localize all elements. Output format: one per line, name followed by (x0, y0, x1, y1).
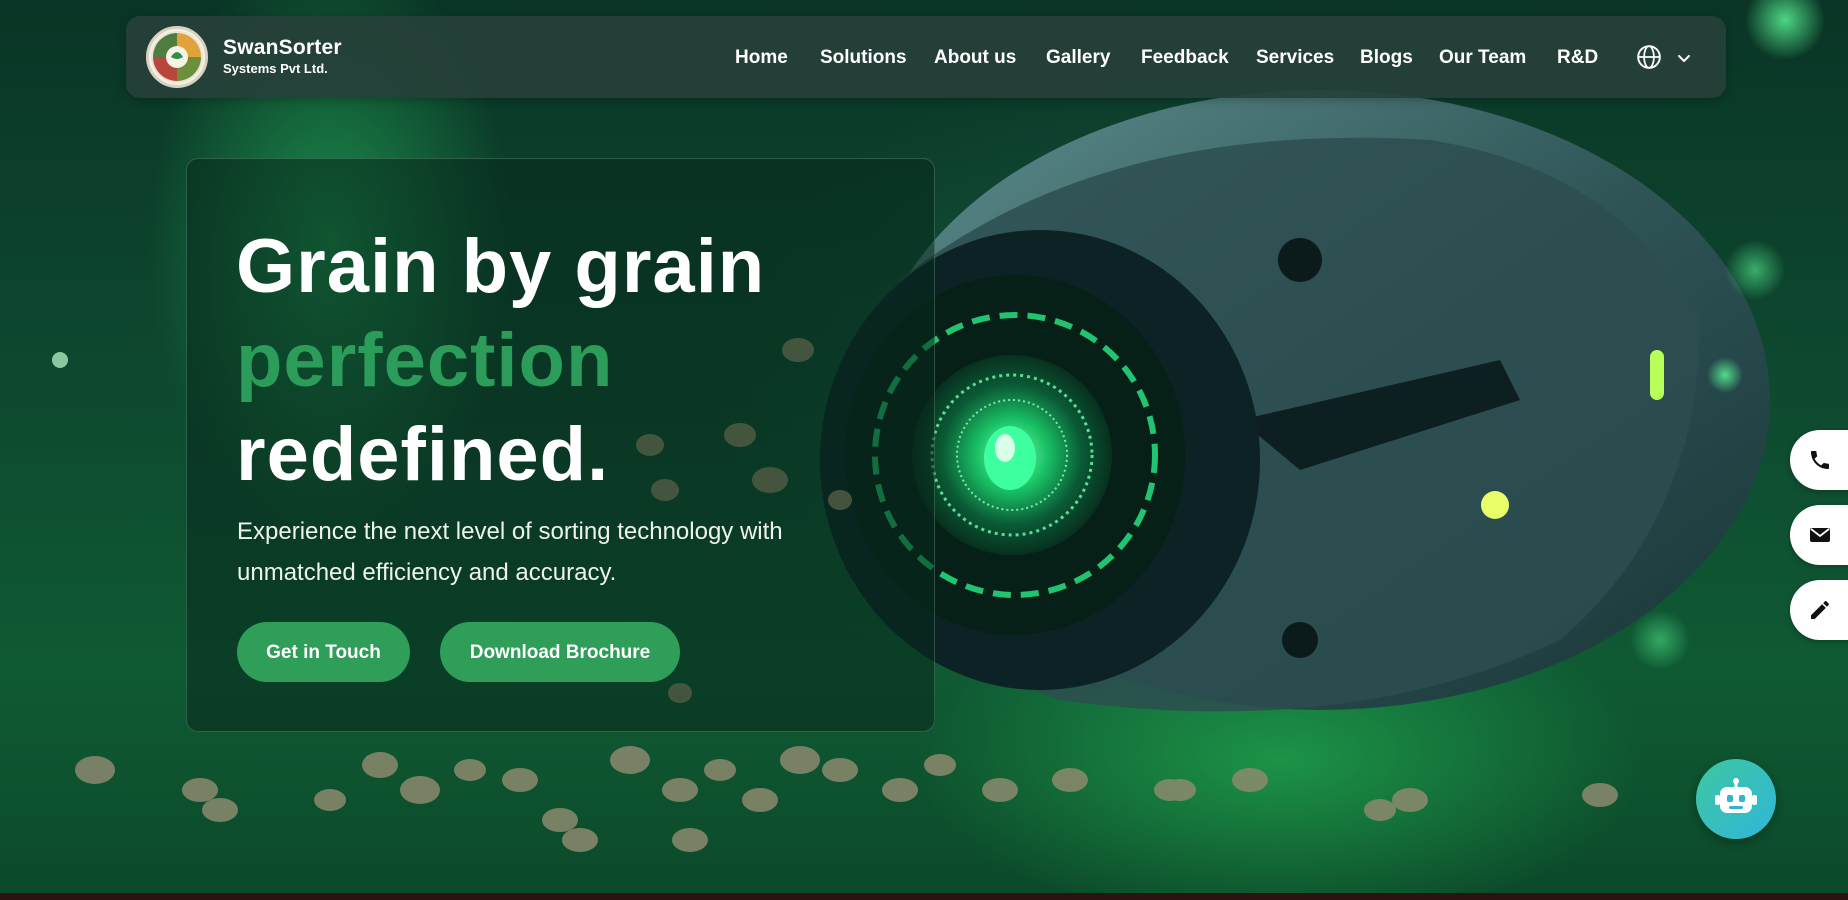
headline-line-3: redefined. (236, 412, 610, 497)
get-in-touch-button[interactable]: Get in Touch (237, 622, 410, 682)
nav-item-blogs[interactable]: Blogs (1360, 47, 1413, 69)
nav-item-about-us[interactable]: About us (934, 47, 1016, 69)
side-phone-button[interactable] (1790, 430, 1848, 490)
language-selector[interactable] (1636, 44, 1696, 72)
headline-accent-word: perfection (236, 318, 614, 403)
nav-item-services[interactable]: Services (1256, 47, 1334, 69)
pencil-icon (1811, 601, 1829, 619)
navbar: SwanSorter Systems Pvt Ltd. Home Solutio… (126, 16, 1726, 98)
side-mail-button[interactable] (1790, 505, 1848, 565)
nav-item-solutions[interactable]: Solutions (820, 47, 907, 69)
nav-item-rnd[interactable]: R&D (1557, 47, 1598, 69)
mail-icon (1810, 528, 1830, 542)
nav-item-gallery[interactable]: Gallery (1046, 47, 1110, 69)
logo-emblem-icon (151, 31, 203, 83)
globe-icon (1637, 45, 1661, 69)
hero-headline: Grain by grain perfection redefined. (236, 220, 765, 502)
bottom-strip (0, 893, 1848, 900)
brand-logo[interactable] (146, 26, 208, 88)
brand-subtitle: Systems Pvt Ltd. (223, 61, 328, 76)
nav-item-home[interactable]: Home (735, 47, 788, 69)
hero-description: Experience the next level of sorting tec… (237, 518, 783, 586)
brand-name[interactable]: SwanSorter (223, 36, 342, 60)
chevron-down-icon (1678, 55, 1690, 62)
side-edit-button[interactable] (1790, 580, 1848, 640)
nav-item-our-team[interactable]: Our Team (1439, 47, 1526, 69)
chatbot-button[interactable] (1696, 759, 1776, 839)
nav-item-feedback[interactable]: Feedback (1141, 47, 1229, 69)
download-brochure-button[interactable]: Download Brochure (440, 622, 680, 682)
headline-line-1: Grain by grain (236, 224, 766, 309)
robot-icon (1715, 778, 1757, 813)
phone-icon (1811, 451, 1829, 469)
